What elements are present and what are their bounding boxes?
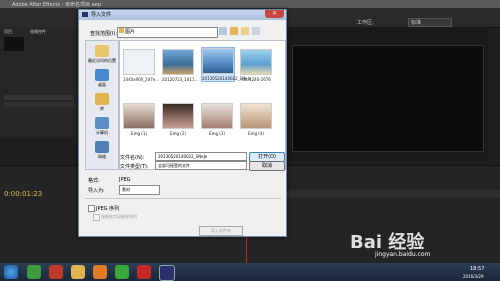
timecode[interactable]: 0:00:01:23: [4, 190, 42, 198]
file-thumbnail: [162, 49, 194, 75]
import-file-dialog: 导入文件 ✕ 查找范围(I): 图片 最近访问的位置 桌面 库 计算机 网络 1…: [78, 9, 287, 237]
file-name: Emg (1): [131, 131, 147, 136]
filetype-select[interactable]: 全部可接受的文件: [155, 161, 247, 170]
force-alpha-checkbox[interactable]: [93, 214, 100, 221]
look-in-label: 查找范围(I):: [90, 31, 118, 37]
clock-date[interactable]: 2016/3/29: [463, 274, 484, 279]
filename-label: 文件名(N):: [120, 155, 145, 161]
import-as-label: 导入为:: [88, 188, 105, 194]
file-item[interactable]: Emg (2): [162, 103, 194, 136]
place-desktop[interactable]: 桌面: [86, 69, 118, 88]
after-effects-icon[interactable]: [159, 265, 175, 281]
place-label: 库: [100, 106, 104, 111]
place-label: 网络: [98, 154, 106, 159]
place-label: 最近访问的位置: [88, 58, 116, 63]
file-item[interactable]: 1440x900_2d7e...: [123, 49, 159, 82]
file-thumbnail: [240, 49, 272, 75]
library-icon: [95, 93, 109, 105]
network-icon: [95, 141, 109, 153]
recent-icon: [95, 45, 109, 57]
file-thumbnail: [162, 103, 194, 129]
workspace-label: 工作区:: [357, 20, 374, 26]
view-menu-icon[interactable]: [252, 27, 260, 35]
import-as-select[interactable]: 素材: [119, 185, 160, 195]
dialog-title: 导入文件: [91, 12, 112, 18]
folder-icon[interactable]: [71, 265, 85, 279]
divider: [85, 198, 281, 199]
file-item[interactable]: Emg (3): [201, 103, 233, 136]
project-thumbnail: [4, 37, 24, 51]
file-thumbnail: [202, 48, 234, 74]
document-icon: [123, 49, 155, 75]
timeline-ruler[interactable]: [280, 190, 500, 198]
ae-logo-icon: [82, 12, 88, 17]
jpeg-sequence-checkbox[interactable]: [88, 205, 95, 212]
place-network[interactable]: 网络: [86, 141, 118, 160]
place-label: 计算机: [96, 130, 108, 135]
clock-time[interactable]: 18:57: [470, 266, 484, 272]
file-name: Emg (3): [209, 131, 225, 136]
place-label: 桌面: [98, 82, 106, 87]
file-name: 20120723_1411...: [162, 77, 199, 82]
dialog-titlebar[interactable]: 导入文件 ✕: [79, 10, 286, 20]
close-button[interactable]: ✕: [265, 10, 284, 18]
file-name: Emg (4): [248, 131, 264, 136]
file-name: Emg (2): [170, 131, 186, 136]
import-folder-button[interactable]: 导入文件夹: [199, 226, 243, 236]
new-folder-icon[interactable]: [241, 27, 249, 35]
app-titlebar: Adobe After Effects - 未命名项目.aep: [0, 0, 500, 8]
format-label: 格式:: [88, 178, 100, 184]
workspace-select[interactable]: 标准: [408, 18, 452, 27]
jpeg-sequence-label: JPEG 序列: [96, 206, 120, 212]
cancel-button[interactable]: 取消: [249, 161, 285, 171]
format-value: JPEG: [119, 177, 131, 183]
watermark-url: jingyan.baidu.com: [375, 251, 431, 258]
file-thumbnail: [201, 103, 233, 129]
file-name: 1440x900_2d7e...: [123, 77, 160, 82]
computer-icon: [95, 117, 109, 129]
look-in-value: 图片: [125, 29, 136, 35]
firefox-icon[interactable]: [93, 265, 107, 279]
up-folder-icon[interactable]: [230, 27, 238, 35]
project-panel: 项目 效果控件: [0, 27, 79, 137]
places-bar: 最近访问的位置 桌面 库 计算机 网络: [85, 40, 119, 170]
file-thumbnail: [123, 103, 155, 129]
file-item-selected[interactable]: 20130520140022_SNeJe: [201, 47, 251, 82]
file-item[interactable]: ntk-1246-2676: [240, 49, 272, 82]
record-icon[interactable]: [137, 265, 151, 279]
place-recent[interactable]: 最近访问的位置: [86, 45, 118, 64]
play-icon[interactable]: [115, 265, 129, 279]
file-thumbnail: [240, 103, 272, 129]
file-list[interactable]: 1440x900_2d7e... 20120723_1411... 201305…: [119, 40, 286, 170]
composition-viewer[interactable]: [292, 45, 484, 152]
file-item[interactable]: Emg (1): [123, 103, 155, 136]
filename-input[interactable]: 20130520140022_SNeJe: [155, 152, 247, 161]
filetype-label: 文件类型(T):: [120, 164, 149, 170]
start-button[interactable]: [4, 265, 18, 279]
project-item[interactable]: [4, 102, 74, 107]
playhead[interactable]: [246, 236, 247, 263]
desktop-icon: [95, 69, 109, 81]
place-computer[interactable]: 计算机: [86, 117, 118, 136]
taskbar-app-icon[interactable]: [27, 265, 41, 279]
project-tab[interactable]: 项目: [4, 29, 12, 35]
file-item[interactable]: Emg (4): [240, 103, 272, 136]
effects-tab[interactable]: 效果控件: [30, 29, 46, 35]
taskbar-app-icon[interactable]: [49, 265, 63, 279]
force-alpha-label: 强制按字母顺序排列: [101, 214, 137, 219]
file-item[interactable]: 20120723_1411...: [162, 49, 198, 82]
file-name: ntk-1246-2676: [241, 77, 271, 82]
app-title: Adobe After Effects - 未命名项目.aep: [12, 2, 101, 8]
folder-icon: [119, 28, 124, 33]
place-library[interactable]: 库: [86, 93, 118, 112]
project-item[interactable]: [4, 95, 74, 100]
back-icon[interactable]: [219, 27, 227, 35]
